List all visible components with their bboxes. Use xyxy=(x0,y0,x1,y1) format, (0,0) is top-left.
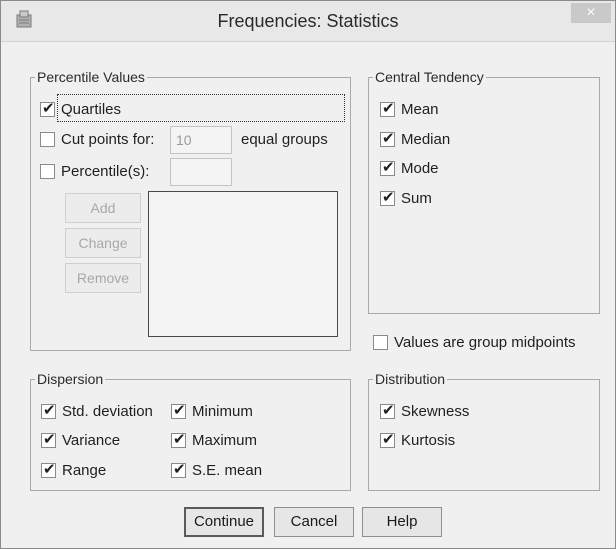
range-label: Range xyxy=(62,462,107,479)
maximum-check-icon xyxy=(171,430,186,448)
skewness-checkbox[interactable]: Skewness xyxy=(380,401,470,420)
focus-indicator xyxy=(57,94,345,122)
se-mean-checkbox[interactable]: S.E. mean xyxy=(171,460,263,479)
cut-points-input[interactable]: 10 xyxy=(170,126,232,154)
std-deviation-checkbox[interactable]: Std. deviation xyxy=(41,401,153,420)
median-label: Median xyxy=(401,131,451,148)
distribution-legend: Distribution xyxy=(375,371,446,387)
range-checkbox[interactable]: Range xyxy=(41,460,107,479)
cut-points-checkbox[interactable]: Cut points for: xyxy=(40,131,154,148)
close-button[interactable]: × xyxy=(571,3,611,23)
sum-label: Sum xyxy=(401,190,432,207)
remove-button[interactable]: Remove xyxy=(65,263,141,293)
maximum-label: Maximum xyxy=(192,432,258,449)
window-title: Frequencies: Statistics xyxy=(217,11,399,31)
sum-check-icon xyxy=(380,188,395,206)
add-button[interactable]: Add xyxy=(65,193,141,223)
distribution-group: Distribution xyxy=(368,371,600,491)
help-button[interactable]: Help xyxy=(362,507,442,537)
variance-label: Variance xyxy=(62,432,121,449)
skewness-label: Skewness xyxy=(401,403,470,420)
group-midpoints-checkbox[interactable]: Values are group midpoints xyxy=(373,334,576,351)
central-tendency-legend: Central Tendency xyxy=(375,69,484,85)
quartiles-check-icon xyxy=(40,99,55,117)
cut-points-label: Cut points for: xyxy=(61,131,155,148)
continue-button[interactable]: Continue xyxy=(184,507,264,537)
skewness-check-icon xyxy=(380,401,395,419)
kurtosis-checkbox[interactable]: Kurtosis xyxy=(380,430,456,449)
median-check-icon xyxy=(380,129,395,147)
se-mean-check-icon xyxy=(171,460,186,478)
sum-checkbox[interactable]: Sum xyxy=(380,188,432,207)
kurtosis-label: Kurtosis xyxy=(401,432,456,449)
maximum-checkbox[interactable]: Maximum xyxy=(171,430,258,449)
cancel-button[interactable]: Cancel xyxy=(274,507,354,537)
mean-label: Mean xyxy=(401,101,439,118)
kurtosis-check-icon xyxy=(380,430,395,448)
dialog-window: Frequencies: Statistics × Percentile Val… xyxy=(0,0,616,549)
cut-points-check-icon xyxy=(40,132,55,147)
se-mean-label: S.E. mean xyxy=(192,462,263,479)
mode-label: Mode xyxy=(401,160,439,177)
dispersion-legend: Dispersion xyxy=(37,371,104,387)
std-deviation-check-icon xyxy=(41,401,56,419)
percentiles-input[interactable] xyxy=(170,158,232,186)
percentiles-listbox[interactable] xyxy=(148,191,338,337)
mode-checkbox[interactable]: Mode xyxy=(380,158,439,177)
variance-checkbox[interactable]: Variance xyxy=(41,430,121,449)
mean-checkbox[interactable]: Mean xyxy=(380,99,439,118)
median-checkbox[interactable]: Median xyxy=(380,129,451,148)
title-bar[interactable]: Frequencies: Statistics × xyxy=(1,1,615,42)
close-icon: × xyxy=(586,4,596,21)
percentiles-label: Percentile(s): xyxy=(61,163,150,180)
equal-groups-label: equal groups xyxy=(241,131,328,148)
std-deviation-label: Std. deviation xyxy=(62,403,153,420)
mode-check-icon xyxy=(380,158,395,176)
group-midpoints-check-icon xyxy=(373,335,388,350)
change-button[interactable]: Change xyxy=(65,228,141,258)
mean-check-icon xyxy=(380,99,395,117)
quartiles-checkbox[interactable]: Quartiles xyxy=(40,94,345,122)
range-check-icon xyxy=(41,460,56,478)
percentiles-check-icon xyxy=(40,164,55,179)
minimum-label: Minimum xyxy=(192,403,253,420)
group-midpoints-label: Values are group midpoints xyxy=(394,334,576,351)
variance-check-icon xyxy=(41,430,56,448)
percentile-values-legend: Percentile Values xyxy=(37,69,145,85)
percentiles-checkbox[interactable]: Percentile(s): xyxy=(40,163,149,180)
minimum-check-icon xyxy=(171,401,186,419)
minimum-checkbox[interactable]: Minimum xyxy=(171,401,253,420)
